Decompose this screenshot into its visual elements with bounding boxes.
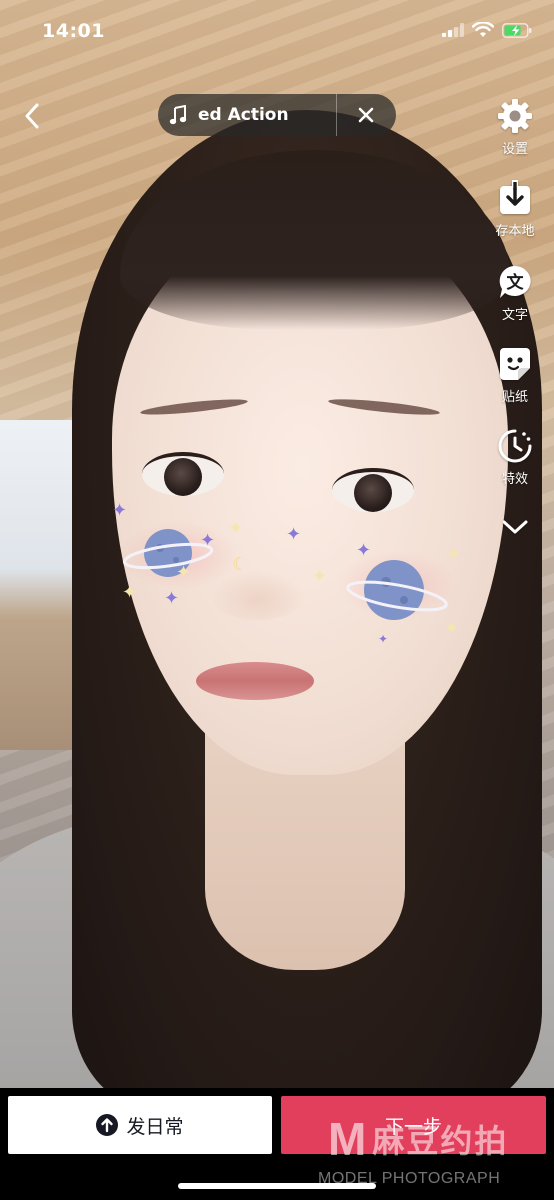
sticker-tool[interactable]: 贴纸 (476, 346, 554, 405)
sparkle-star: ✦ (228, 518, 244, 539)
status-time: 14:01 (42, 20, 105, 42)
svg-text:文: 文 (507, 272, 525, 293)
sparkle-star: ✦ (446, 544, 462, 565)
planet-sticker-left (122, 529, 214, 577)
sticker-label: 贴纸 (501, 390, 528, 405)
arrow-up-circle-icon (96, 1114, 119, 1136)
sparkle-star: ✦ (444, 618, 460, 639)
watermark-cn: 麻豆约拍 (372, 1122, 509, 1160)
sparkle-star: ✦ (312, 566, 328, 587)
chevron-down-icon (502, 520, 528, 534)
home-indicator[interactable] (178, 1183, 376, 1189)
music-title: ed Action (198, 105, 289, 125)
subject-lips (196, 662, 314, 700)
save-local-label: 存本地 (495, 224, 535, 239)
download-icon (500, 180, 530, 214)
settings-tool[interactable]: 设置 (476, 98, 554, 157)
sparkle-star: ✦ (112, 500, 128, 521)
status-icons (442, 22, 532, 38)
text-icon: 文 (499, 265, 531, 298)
sparkle-star: ✦ (164, 588, 180, 609)
watermark-logo: M 麻豆约拍 (328, 1112, 508, 1166)
camera-preview: ✦ ✦ ✦ ✦ ☾ ✦ ✦ ✦ ✦ ✦ ✦ ✦ ✦ (0, 0, 554, 1088)
back-button[interactable] (14, 98, 50, 134)
sparkle-moon: ☾ (232, 554, 249, 575)
sparkle-star: ✦ (356, 540, 372, 561)
gear-icon (498, 99, 532, 133)
left-eye (142, 452, 224, 496)
subject-nose (210, 570, 306, 620)
sparkle-star: ✦ (286, 524, 302, 545)
music-selector[interactable]: ed Action (158, 94, 396, 136)
effects-label: 特效 (501, 472, 528, 487)
sparkle-star: ✦ (176, 562, 192, 583)
signal-icon (442, 23, 464, 37)
post-daily-label: 发日常 (126, 1115, 184, 1138)
sparkle-star: ✦ (378, 632, 389, 646)
remove-music-button[interactable] (337, 94, 395, 136)
more-tools-button[interactable] (476, 518, 554, 536)
sticker-icon (500, 348, 530, 380)
music-note-icon (158, 105, 198, 125)
battery-charging-icon (502, 22, 532, 38)
sparkle-star: ✦ (200, 530, 216, 551)
chevron-left-icon (25, 103, 39, 129)
text-tool[interactable]: 文 文字 (476, 264, 554, 323)
watermark-mark: M (328, 1113, 367, 1165)
planet-sticker-right (346, 560, 448, 620)
wifi-icon (472, 22, 494, 37)
sparkle-star: ✦ (122, 582, 138, 603)
effects-timer-icon (498, 429, 532, 463)
post-daily-button[interactable]: 发日常 (8, 1096, 272, 1154)
text-label: 文字 (501, 308, 528, 323)
save-local-tool[interactable]: 存本地 (476, 180, 554, 239)
close-icon (358, 107, 374, 123)
screen: ✦ ✦ ✦ ✦ ☾ ✦ ✦ ✦ ✦ ✦ ✦ ✦ ✦ 14:01 ed Actio… (0, 0, 554, 1200)
settings-label: 设置 (501, 142, 528, 157)
right-eye (332, 468, 414, 512)
effects-tool[interactable]: 特效 (476, 428, 554, 487)
